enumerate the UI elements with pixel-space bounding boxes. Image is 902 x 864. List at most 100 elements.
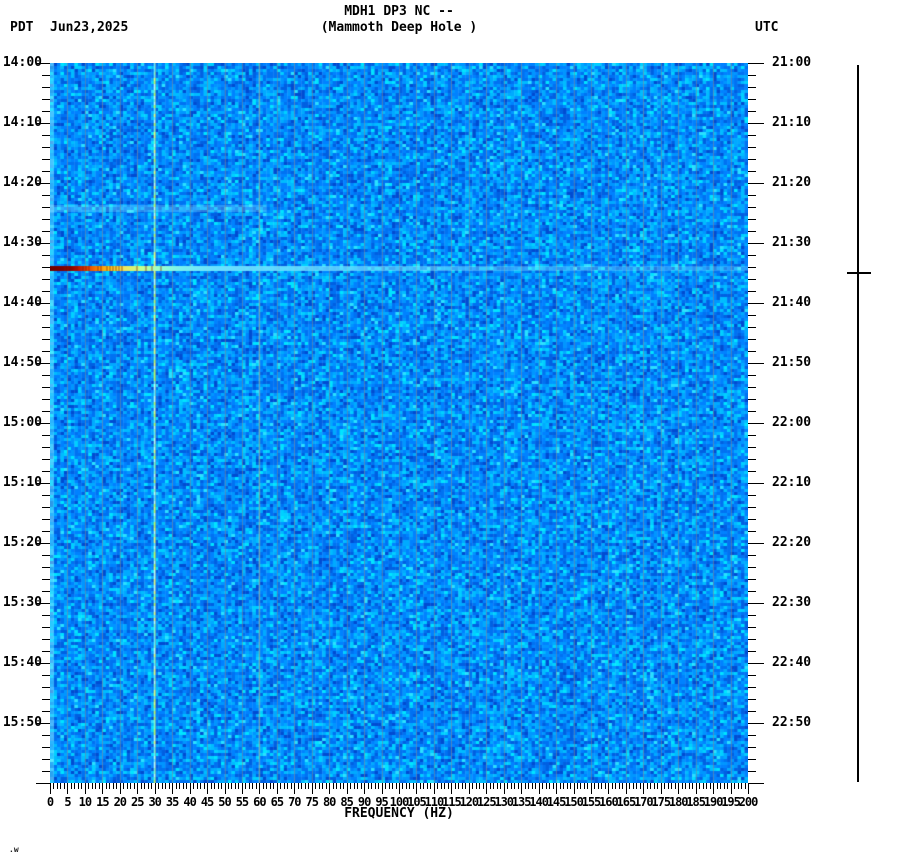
spectrogram-figure: MDH1 DP3 NC -- (Mammoth Deep Hole ) PDT … bbox=[0, 0, 902, 864]
right-minor-tick bbox=[748, 651, 756, 652]
left-minor-tick bbox=[42, 87, 50, 88]
right-major-tick bbox=[748, 663, 764, 664]
x-minor-tick bbox=[647, 783, 648, 789]
left-minor-tick bbox=[42, 747, 50, 748]
x-minor-tick bbox=[249, 783, 250, 789]
x-major-tick bbox=[451, 783, 452, 794]
x-major-tick bbox=[486, 783, 487, 794]
x-minor-tick bbox=[60, 783, 61, 789]
x-major-tick bbox=[364, 783, 365, 794]
x-minor-tick bbox=[385, 783, 386, 789]
x-minor-tick bbox=[479, 783, 480, 789]
right-minor-tick bbox=[748, 675, 756, 676]
right-minor-tick bbox=[748, 759, 756, 760]
x-minor-tick bbox=[326, 783, 327, 789]
right-major-tick bbox=[748, 363, 764, 364]
x-minor-tick bbox=[200, 783, 201, 789]
left-minor-tick bbox=[42, 411, 50, 412]
x-minor-tick bbox=[204, 783, 205, 789]
right-minor-tick bbox=[748, 507, 756, 508]
right-major-tick bbox=[748, 123, 764, 124]
left-major-tick bbox=[36, 303, 50, 304]
right-minor-tick bbox=[748, 147, 756, 148]
x-minor-tick bbox=[664, 783, 665, 789]
x-minor-tick bbox=[78, 783, 79, 789]
right-minor-tick bbox=[748, 615, 756, 616]
x-minor-tick bbox=[458, 783, 459, 789]
x-minor-tick bbox=[717, 783, 718, 789]
x-major-tick bbox=[277, 783, 278, 794]
amplitude-trace-line bbox=[857, 65, 859, 782]
x-minor-tick bbox=[305, 783, 306, 789]
right-minor-tick bbox=[748, 351, 756, 352]
right-time-label: 22:30 bbox=[772, 595, 832, 611]
right-time-label: 22:40 bbox=[772, 655, 832, 671]
right-time-label: 21:30 bbox=[772, 235, 832, 251]
right-minor-tick bbox=[748, 207, 756, 208]
right-minor-tick bbox=[748, 459, 756, 460]
x-minor-tick bbox=[727, 783, 728, 789]
x-minor-tick bbox=[497, 783, 498, 789]
x-minor-tick bbox=[151, 783, 152, 789]
right-minor-tick bbox=[748, 711, 756, 712]
x-minor-tick bbox=[570, 783, 571, 789]
left-minor-tick bbox=[42, 159, 50, 160]
x-minor-tick bbox=[629, 783, 630, 789]
x-minor-tick bbox=[287, 783, 288, 789]
x-minor-tick bbox=[57, 783, 58, 789]
x-minor-tick bbox=[598, 783, 599, 789]
left-minor-tick bbox=[42, 735, 50, 736]
right-minor-tick bbox=[748, 219, 756, 220]
x-minor-tick bbox=[671, 783, 672, 789]
left-minor-tick bbox=[42, 399, 50, 400]
x-minor-tick bbox=[368, 783, 369, 789]
x-major-tick bbox=[416, 783, 417, 794]
left-minor-tick bbox=[42, 711, 50, 712]
left-minor-tick bbox=[42, 579, 50, 580]
x-minor-tick bbox=[169, 783, 170, 789]
left-major-tick bbox=[36, 363, 50, 364]
x-minor-tick bbox=[354, 783, 355, 789]
x-minor-tick bbox=[427, 783, 428, 789]
x-minor-tick bbox=[53, 783, 54, 789]
right-minor-tick bbox=[748, 771, 756, 772]
x-major-tick bbox=[469, 783, 470, 794]
x-major-tick bbox=[225, 783, 226, 794]
x-minor-tick bbox=[106, 783, 107, 789]
x-minor-tick bbox=[745, 783, 746, 789]
right-time-label: 22:20 bbox=[772, 535, 832, 551]
x-major-tick bbox=[259, 783, 260, 794]
right-minor-tick bbox=[748, 279, 756, 280]
x-minor-tick bbox=[134, 783, 135, 789]
right-minor-tick bbox=[748, 75, 756, 76]
x-minor-tick bbox=[738, 783, 739, 789]
right-minor-tick bbox=[748, 255, 756, 256]
left-minor-tick bbox=[42, 459, 50, 460]
x-minor-tick bbox=[252, 783, 253, 789]
x-minor-tick bbox=[605, 783, 606, 789]
x-minor-tick bbox=[734, 783, 735, 789]
left-major-tick bbox=[36, 423, 50, 424]
x-minor-tick bbox=[148, 783, 149, 789]
right-major-tick bbox=[748, 423, 764, 424]
x-minor-tick bbox=[116, 783, 117, 789]
left-minor-tick bbox=[42, 687, 50, 688]
left-minor-tick bbox=[42, 495, 50, 496]
x-minor-tick bbox=[193, 783, 194, 789]
x-minor-tick bbox=[710, 783, 711, 789]
left-minor-tick bbox=[42, 351, 50, 352]
left-minor-tick bbox=[42, 651, 50, 652]
x-minor-tick bbox=[518, 783, 519, 789]
left-minor-tick bbox=[42, 519, 50, 520]
x-major-tick bbox=[137, 783, 138, 794]
x-major-tick bbox=[382, 783, 383, 794]
left-minor-tick bbox=[42, 339, 50, 340]
right-timezone-label: UTC bbox=[755, 20, 778, 35]
x-minor-tick bbox=[273, 783, 274, 789]
x-minor-tick bbox=[375, 783, 376, 789]
x-minor-tick bbox=[594, 783, 595, 789]
left-minor-tick bbox=[42, 75, 50, 76]
x-minor-tick bbox=[699, 783, 700, 789]
x-major-tick bbox=[242, 783, 243, 794]
x-minor-tick bbox=[720, 783, 721, 789]
